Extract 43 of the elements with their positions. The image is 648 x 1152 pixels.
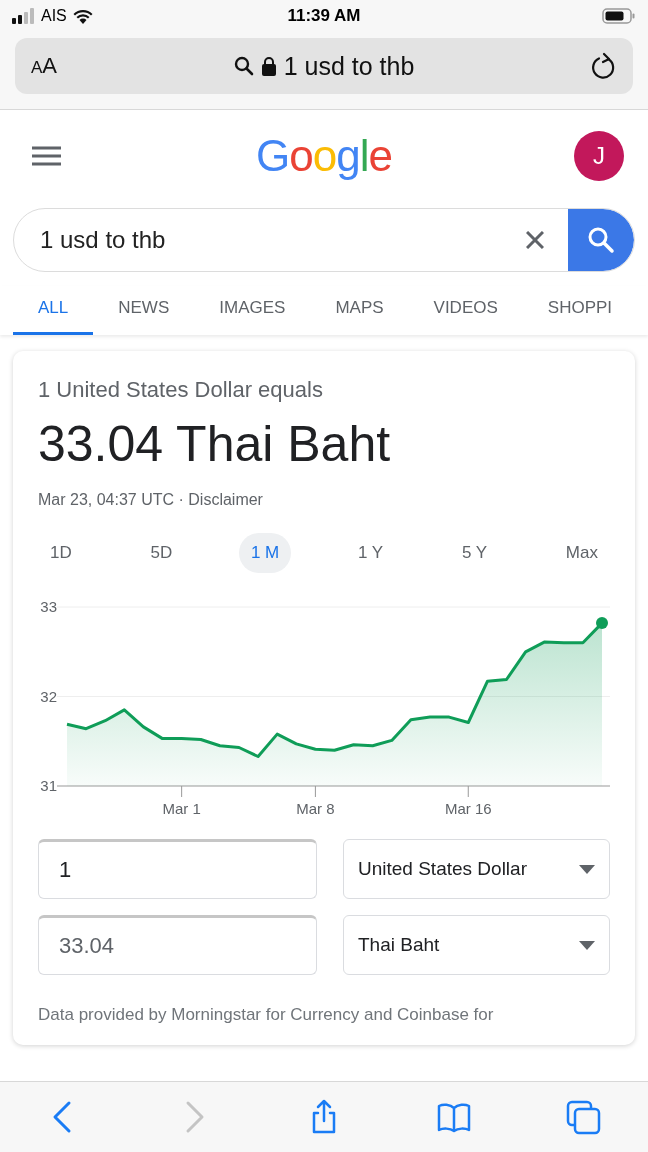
search-tab[interactable]: SHOPPI xyxy=(522,286,638,335)
account-avatar[interactable]: J xyxy=(574,131,624,181)
caret-icon xyxy=(579,940,595,950)
search-tab[interactable]: IMAGES xyxy=(194,286,311,335)
search-tab[interactable]: MAPS xyxy=(310,286,409,335)
chart-point xyxy=(596,617,608,630)
range-tab[interactable]: 5D xyxy=(138,533,185,573)
amount-field[interactable]: 1 xyxy=(38,839,317,899)
menu-icon[interactable] xyxy=(32,146,61,166)
axis-label: Mar 8 xyxy=(296,800,335,817)
search-tab[interactable]: NEWS xyxy=(93,286,195,335)
conversion-heading: 1 United States Dollar equals xyxy=(38,377,324,403)
address-field[interactable]: 1 usd to thb xyxy=(283,51,415,81)
currency-dropdown[interactable]: Thai Baht xyxy=(343,915,610,975)
search-icon xyxy=(233,56,254,76)
axis-label: 32 xyxy=(40,687,57,705)
carrier-name: AIS xyxy=(41,7,67,25)
signal-icon xyxy=(12,8,36,24)
axis-label: 31 xyxy=(40,777,57,794)
range-tab[interactable]: 1 M xyxy=(238,533,292,573)
text-size-button[interactable]: AA xyxy=(31,53,58,79)
battery-icon xyxy=(602,8,636,24)
search-tab[interactable]: ALL xyxy=(13,286,94,335)
conversion-result: 33.04 Thai Baht xyxy=(38,415,392,473)
axis-label: Mar 1 xyxy=(162,800,201,817)
wifi-icon xyxy=(71,8,94,24)
tabs-icon[interactable] xyxy=(565,1099,602,1135)
range-tab[interactable]: 1D xyxy=(38,533,84,573)
range-tab[interactable]: 5 Y xyxy=(449,533,500,573)
currency-dropdown[interactable]: United States Dollar xyxy=(343,839,610,899)
axis-label: Mar 16 xyxy=(444,800,492,817)
source-note: Data provided by Morningstar for Currency and Coinbase for xyxy=(38,1005,495,1025)
google-logo[interactable]: Google xyxy=(256,131,392,180)
search-tab[interactable]: VIDEOS xyxy=(408,286,523,335)
lock-icon xyxy=(261,56,276,76)
amount-field[interactable]: 33.04 xyxy=(38,915,317,975)
axis-label: 33 xyxy=(40,598,57,615)
range-tab[interactable]: Max xyxy=(553,533,610,573)
caret-icon xyxy=(579,864,595,874)
range-tab[interactable]: 1 Y xyxy=(345,533,396,573)
reload-icon[interactable] xyxy=(591,52,617,80)
clock-time: 11:39 AM xyxy=(287,6,361,25)
timestamp: Mar 23, 04:37 UTC · Disclaimer xyxy=(38,491,264,509)
